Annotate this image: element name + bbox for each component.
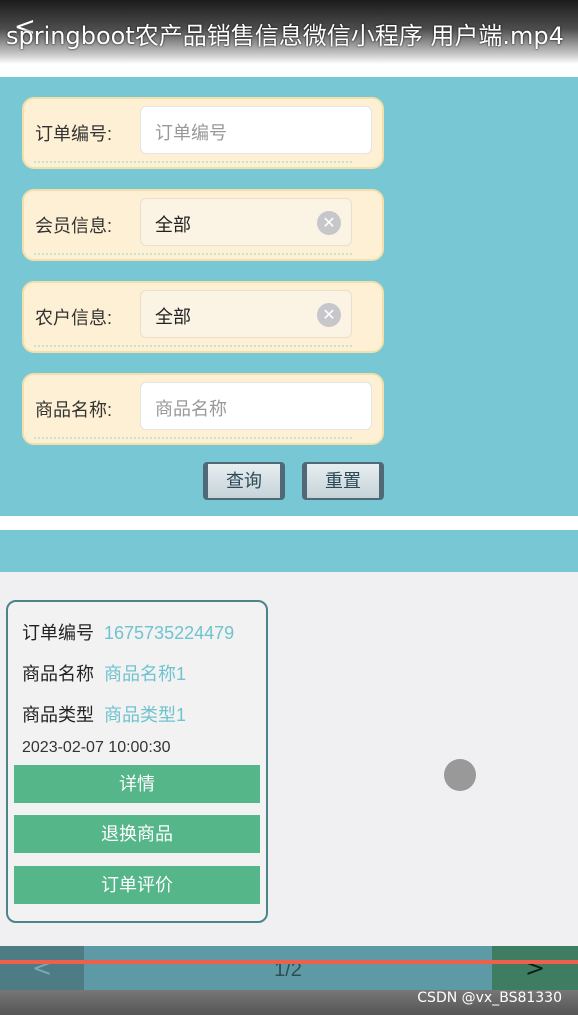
product-name-row: 商品名称 商品名称1 <box>22 660 186 686</box>
cursor-dot <box>444 759 476 791</box>
detail-button[interactable]: 详情 <box>14 765 260 803</box>
product-name-label: 商品名称 <box>22 664 94 684</box>
product-name-field: 商品名称: 商品名称 <box>22 373 384 445</box>
divider <box>0 516 578 530</box>
field-decoration <box>34 151 352 163</box>
product-type-label: 商品类型 <box>22 705 94 725</box>
order-no-value: 1675735224479 <box>104 623 235 643</box>
reset-button[interactable]: 重置 <box>302 462 384 500</box>
video-title: springboot农产品销售信息微信小程序 用户端.mp4 <box>6 22 564 50</box>
member-info-label: 会员信息: <box>35 216 113 236</box>
field-decoration <box>34 243 352 255</box>
field-decoration <box>34 427 352 439</box>
order-datetime: 2023-02-07 10:00:30 <box>22 739 171 756</box>
product-name-value: 商品名称1 <box>104 664 187 684</box>
product-type-value: 商品类型1 <box>104 705 187 725</box>
watermark: CSDN @vx_BS81330 <box>417 990 562 1006</box>
order-no-label: 订单编号 <box>22 623 94 643</box>
member-info-select[interactable]: 全部 ✕ <box>140 198 352 246</box>
clear-icon[interactable]: ✕ <box>317 303 341 327</box>
order-review-button[interactable]: 订单评价 <box>14 866 260 904</box>
member-info-field: 会员信息: 全部 ✕ <box>22 189 384 261</box>
next-page-button[interactable]: > <box>492 946 578 990</box>
order-card[interactable]: 订单编号 1675735224479 商品名称 商品名称1 商品类型 商品类型1 20… <box>6 600 268 923</box>
top-bar: < springboot农产品销售信息微信小程序 用户端.mp4 <box>0 0 578 64</box>
spacer <box>0 64 578 77</box>
query-button[interactable]: 查询 <box>203 462 285 500</box>
pagination: < 1/2 > <box>0 946 578 990</box>
page-indicator: 1/2 <box>274 959 302 981</box>
farmer-info-value: 全部 <box>155 307 191 327</box>
order-no-row: 订单编号 1675735224479 <box>22 619 234 645</box>
farmer-info-label: 农户信息: <box>35 308 113 328</box>
farmer-info-select[interactable]: 全部 ✕ <box>140 290 352 338</box>
order-no-input[interactable]: 订单编号 <box>140 106 372 154</box>
member-info-value: 全部 <box>155 215 191 235</box>
prev-page-button[interactable]: < <box>0 946 84 990</box>
return-goods-button[interactable]: 退换商品 <box>14 815 260 853</box>
video-progress-bar[interactable] <box>0 960 578 964</box>
search-panel: 订单编号: 订单编号 会员信息: 全部 ✕ 农户信息: 全部 ✕ 商品名称: 商… <box>0 77 578 516</box>
farmer-info-field: 农户信息: 全部 ✕ <box>22 281 384 353</box>
field-decoration <box>34 335 352 347</box>
product-name-input[interactable]: 商品名称 <box>140 382 372 430</box>
clear-icon[interactable]: ✕ <box>317 211 341 235</box>
order-no-label: 订单编号: <box>35 124 113 144</box>
order-no-field: 订单编号: 订单编号 <box>22 97 384 169</box>
banner-band <box>0 530 578 572</box>
product-type-row: 商品类型 商品类型1 <box>22 701 186 727</box>
product-name-label: 商品名称: <box>35 400 113 420</box>
